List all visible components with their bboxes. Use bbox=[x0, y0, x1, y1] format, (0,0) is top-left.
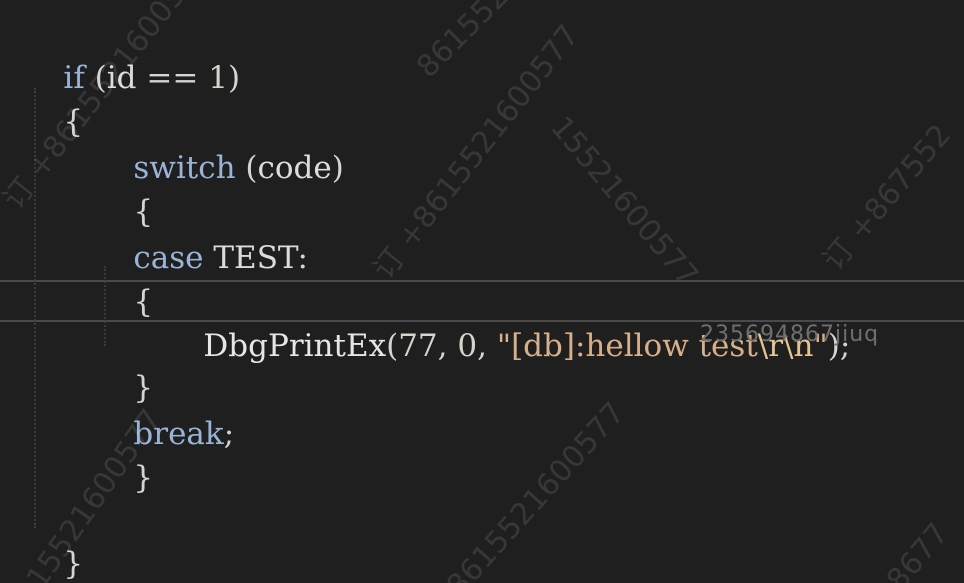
code-line-11: } bbox=[24, 498, 964, 582]
code-line-5: case TEST: bbox=[133, 240, 308, 276]
code-line-2: { bbox=[24, 56, 964, 140]
close-brace: } bbox=[133, 460, 154, 496]
code-line-1: if (id == 1) bbox=[63, 60, 241, 96]
code-line-3: switch (code) bbox=[133, 150, 344, 186]
code-line-6: { bbox=[94, 236, 964, 320]
close-brace: } bbox=[63, 546, 84, 582]
open-brace: { bbox=[133, 284, 154, 320]
code-line-7: DbgPrintEx(77, 0, "[db]:hellow test\r\n"… bbox=[203, 328, 851, 364]
code-editor[interactable]: if (id == 1) { switch (code) { case TEST… bbox=[0, 0, 964, 583]
open-brace: { bbox=[63, 104, 84, 140]
code-line-4: { bbox=[94, 146, 964, 230]
code-line-9: break; bbox=[133, 416, 235, 452]
code-line-10: } bbox=[94, 412, 964, 496]
inline-hint-text: 235694867jiuq bbox=[700, 322, 880, 347]
